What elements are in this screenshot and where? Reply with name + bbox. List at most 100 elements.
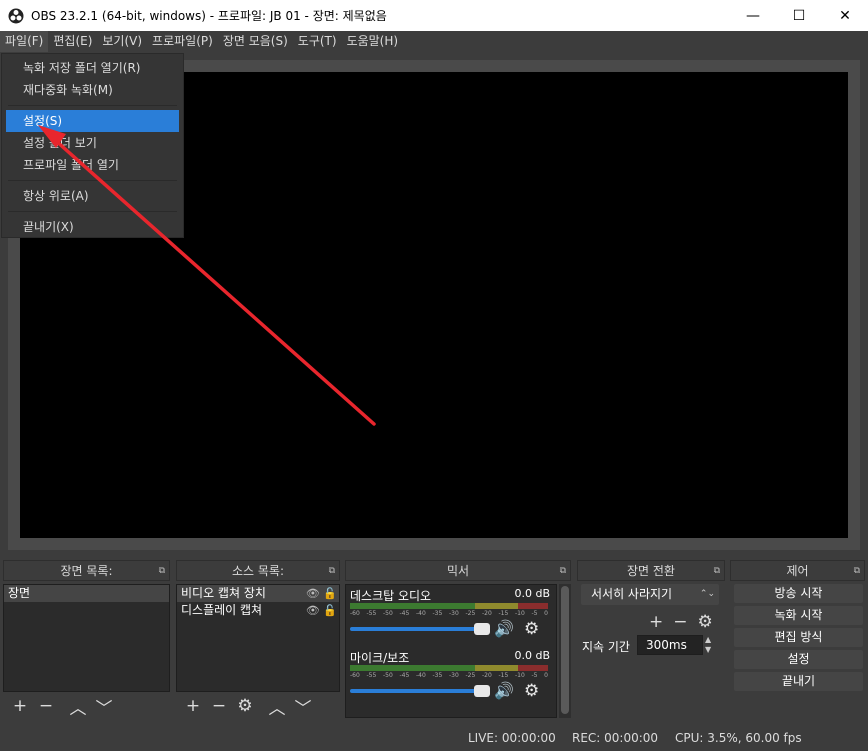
transition-buttons: + − ⚙ (649, 612, 713, 632)
scenes-list: 장면 (3, 584, 170, 692)
transitions-dock-body: 서서히 사라지기 ⌃⌄ + − ⚙ 지속 기간 300ms ▲ ▼ (577, 584, 725, 720)
settings-button[interactable]: 설정 (734, 650, 863, 669)
gear-icon[interactable]: ⚙ (232, 696, 258, 716)
exit-button[interactable]: 끝내기 (734, 672, 863, 691)
duration-spinner[interactable]: ▲ ▼ (705, 635, 711, 655)
float-dock-icon[interactable]: ⧉ (560, 561, 566, 582)
volume-slider[interactable] (350, 623, 490, 635)
sources-dock-title-label: 소스 목록: (231, 564, 285, 578)
sources-toolbar: + − ⚙ ︿ ﹀ (176, 694, 340, 719)
transition-select[interactable]: 서서히 사라지기 ⌃⌄ (581, 584, 719, 605)
window-controls: — ☐ ✕ (730, 0, 868, 31)
rec-status: REC: 00:00:00 (572, 731, 659, 745)
lock-icon[interactable]: 🔓 (323, 587, 337, 600)
scenes-toolbar: + − ︿ ﹀ (3, 694, 170, 719)
sources-list: 비디오 캡쳐 장치 👁 🔓 디스플레이 캡쳐 👁 🔓 (176, 584, 340, 692)
slider-handle[interactable] (474, 685, 490, 697)
source-item-label: 디스플레이 캡쳐 (181, 603, 263, 617)
controls-dock-title: 제어 ⧉ (730, 560, 865, 581)
mixer-dock-body: 데스크탑 오디오 0.0 dB -60 -55 -50 -45 -40 -35 -30 -25… (345, 584, 571, 720)
plus-icon[interactable]: + (180, 696, 206, 716)
menu-scene-collection[interactable]: 장면 모음(S) (218, 31, 293, 52)
obs-logo-icon (8, 8, 24, 23)
gear-icon[interactable]: ⚙ (698, 612, 713, 632)
channel-db: 0.0 dB (514, 649, 550, 662)
source-item-label: 비디오 캡쳐 장치 (181, 586, 266, 600)
menu-item-settings[interactable]: 설정(S) (6, 110, 179, 132)
lock-icon[interactable]: 🔓 (323, 604, 337, 617)
scenes-dock: 장면 목록: ⧉ 장면 + − ︿ ﹀ (3, 560, 170, 720)
menu-separator (8, 211, 177, 212)
window-title: OBS 23.2.1 (64-bit, windows) - 프로파일: JB … (31, 9, 387, 23)
minus-icon[interactable]: − (33, 696, 59, 716)
plus-icon[interactable]: + (649, 612, 663, 632)
chevron-down-icon[interactable]: ﹀ (290, 694, 316, 719)
menu-view[interactable]: 보기(V) (97, 31, 147, 52)
chevron-updown-icon: ⌃⌄ (699, 589, 715, 599)
eye-icon[interactable]: 👁 (306, 604, 320, 617)
controls-dock-body: 방송 시작 녹화 시작 편집 방식 설정 끝내기 (730, 584, 865, 720)
minus-icon[interactable]: − (673, 612, 687, 632)
menu-item-remux-recording[interactable]: 재다중화 녹화(M) (2, 79, 183, 101)
maximize-button[interactable]: ☐ (776, 0, 822, 31)
speaker-icon[interactable]: 🔊 (494, 681, 514, 700)
transitions-dock-title-label: 장면 전환 (627, 564, 675, 578)
gear-icon[interactable]: ⚙ (524, 619, 539, 639)
menu-separator (8, 180, 177, 181)
start-recording-button[interactable]: 녹화 시작 (734, 606, 863, 625)
sources-dock-body: 비디오 캡쳐 장치 👁 🔓 디스플레이 캡쳐 👁 🔓 + − ⚙ ︿ ﹀ (176, 584, 340, 720)
volume-meter (350, 603, 548, 609)
chevron-down-icon[interactable]: ﹀ (91, 694, 117, 719)
volume-slider[interactable] (350, 685, 490, 697)
scenes-dock-body: 장면 + − ︿ ﹀ (3, 584, 170, 720)
mixer-dock-title-label: 믹서 (446, 564, 470, 578)
source-item[interactable]: 비디오 캡쳐 장치 👁 🔓 (177, 585, 339, 602)
menu-item-open-recording-folder[interactable]: 녹화 저장 폴더 열기(R) (2, 57, 183, 79)
menu-item-exit[interactable]: 끝내기(X) (2, 216, 183, 238)
chevron-up-icon[interactable]: ︿ (65, 694, 91, 719)
menu-help[interactable]: 도움말(H) (342, 31, 404, 52)
volume-meter (350, 665, 548, 671)
float-dock-icon[interactable]: ⧉ (854, 561, 860, 582)
close-button[interactable]: ✕ (822, 0, 868, 31)
mixer-channel: 데스크탑 오디오 0.0 dB -60 -55 -50 -45 -40 -35 -30 -25… (346, 585, 556, 647)
eye-icon[interactable]: 👁 (306, 587, 320, 600)
minus-icon[interactable]: − (206, 696, 232, 716)
controls-dock-title-label: 제어 (786, 564, 809, 578)
menu-item-always-on-top[interactable]: 항상 위로(A) (2, 185, 183, 207)
mixer-dock: 믹서 ⧉ 데스크탑 오디오 0.0 dB -60 -55 -50 -45 -40 -35-… (345, 560, 571, 720)
menu-file[interactable]: 파일(F) (0, 31, 49, 52)
channel-name: 데스크탑 오디오 (350, 589, 432, 603)
controls-dock: 제어 ⧉ 방송 시작 녹화 시작 편집 방식 설정 끝내기 (730, 560, 865, 720)
menu-edit[interactable]: 편집(E) (48, 31, 97, 52)
live-status: LIVE: 00:00:00 (468, 731, 556, 745)
mixer-scrollbar[interactable] (559, 584, 571, 718)
menu-bar: 파일(F) 편집(E) 보기(V) 프로파일(P) 장면 모음(S) 도구(T)… (0, 31, 868, 52)
menu-item-open-profile-folder[interactable]: 프로파일 폴더 열기 (2, 154, 183, 176)
chevron-up-icon[interactable]: ︿ (264, 694, 290, 719)
mixer-dock-title: 믹서 ⧉ (345, 560, 571, 581)
slider-handle[interactable] (474, 623, 490, 635)
float-dock-icon[interactable]: ⧉ (329, 561, 335, 582)
menu-item-show-settings-folder[interactable]: 설정 폴더 보기 (2, 132, 183, 154)
status-bar: LIVE: 00:00:00 REC: 00:00:00 CPU: 3.5%, … (0, 726, 868, 751)
sources-dock-title: 소스 목록: ⧉ (176, 560, 340, 581)
minimize-button[interactable]: — (730, 0, 776, 31)
studio-mode-button[interactable]: 편집 방식 (734, 628, 863, 647)
file-menu-dropdown: 녹화 저장 폴더 열기(R) 재다중화 녹화(M) 설정(S) 설정 폴더 보기… (1, 53, 184, 238)
menu-tools[interactable]: 도구(T) (293, 31, 342, 52)
speaker-icon[interactable]: 🔊 (494, 619, 514, 638)
scenes-dock-title-label: 장면 목록: (60, 564, 113, 578)
plus-icon[interactable]: + (7, 696, 33, 716)
cpu-status: CPU: 3.5%, 60.00 fps (675, 731, 802, 745)
start-streaming-button[interactable]: 방송 시작 (734, 584, 863, 603)
duration-label: 지속 기간 (582, 640, 630, 654)
float-dock-icon[interactable]: ⧉ (714, 561, 720, 582)
scene-item[interactable]: 장면 (4, 585, 169, 602)
duration-input[interactable]: 300ms (637, 635, 703, 655)
gear-icon[interactable]: ⚙ (524, 681, 539, 701)
meter-ticks: -60 -55 -50 -45 -40 -35 -30 -25 -20 -15 -10 -5 0 (350, 610, 548, 617)
source-item[interactable]: 디스플레이 캡쳐 👁 🔓 (177, 602, 339, 619)
menu-profile[interactable]: 프로파일(P) (147, 31, 218, 52)
float-dock-icon[interactable]: ⧉ (159, 561, 165, 582)
